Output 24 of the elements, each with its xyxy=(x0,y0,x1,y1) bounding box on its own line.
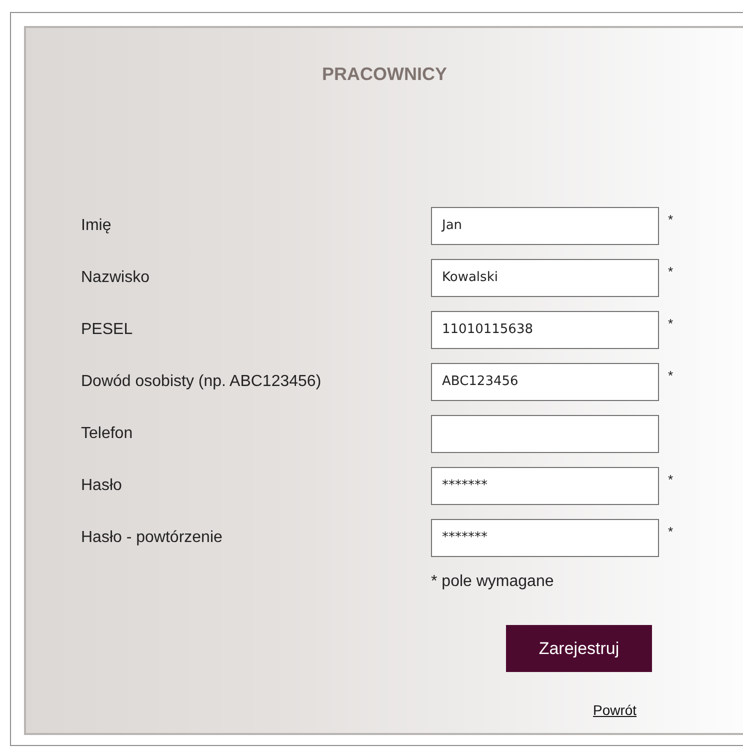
input-field[interactable] xyxy=(431,415,659,453)
field-label: PESEL xyxy=(80,321,134,339)
input-field[interactable]: 11010115638 xyxy=(431,311,659,349)
required-mark: * xyxy=(668,368,674,383)
input-field[interactable]: ******* xyxy=(431,519,659,557)
required-mark: * xyxy=(668,472,674,487)
back-link[interactable]: Powrót xyxy=(593,702,637,718)
required-mark: * xyxy=(668,212,674,227)
required-mark: * xyxy=(668,264,674,279)
input-field[interactable]: Kowalski xyxy=(431,259,659,297)
input-field[interactable]: ABC123456 xyxy=(431,363,659,401)
field-label: Hasło - powtórzenie xyxy=(80,529,224,547)
field-label: Imię xyxy=(80,217,112,235)
required-mark: * xyxy=(668,316,674,331)
field-label: Nazwisko xyxy=(80,269,150,287)
required-note: * pole wymagane xyxy=(431,573,555,591)
page-title: PRACOWNICY xyxy=(321,63,448,86)
field-label: Dowód osobisty (np. ABC123456) xyxy=(80,373,322,391)
input-field[interactable]: Jan xyxy=(431,207,659,245)
field-label: Telefon xyxy=(80,425,134,443)
register-button[interactable]: Zarejestruj xyxy=(506,625,652,672)
required-mark: * xyxy=(668,524,674,539)
field-label: Hasło xyxy=(80,477,123,495)
input-field[interactable]: ******* xyxy=(431,467,659,505)
